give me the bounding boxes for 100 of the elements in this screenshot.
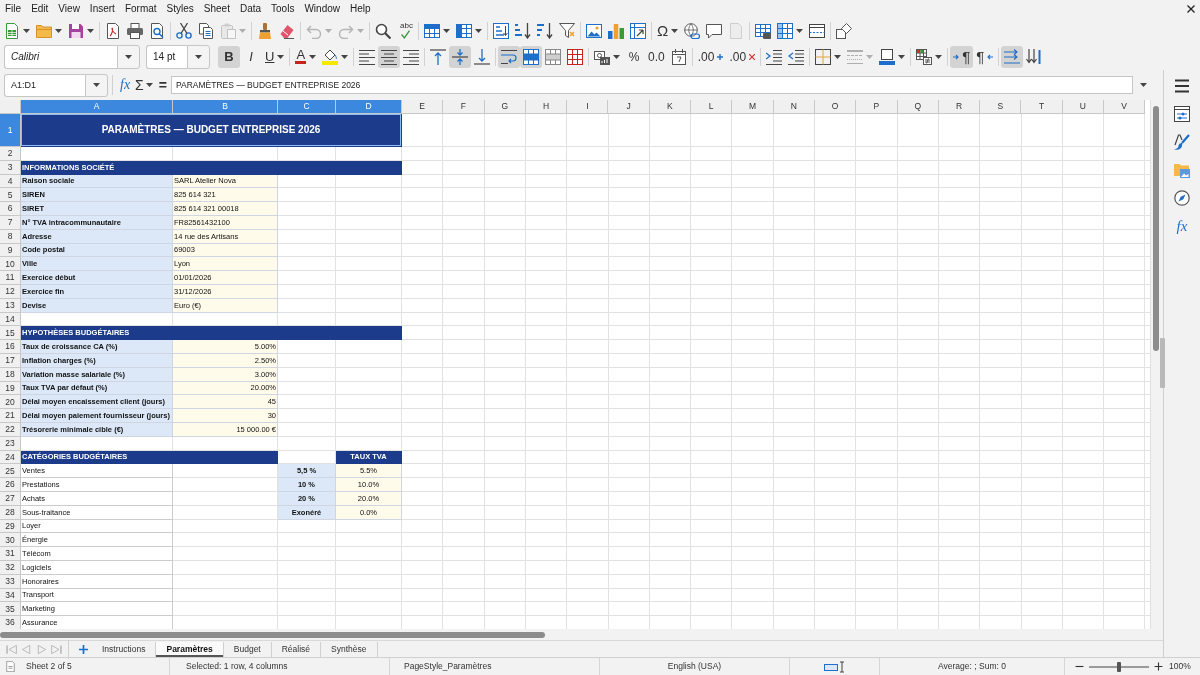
column-header[interactable]: F (443, 100, 485, 114)
sheet-tab[interactable]: Synthèse (321, 641, 378, 657)
column-header[interactable]: P (856, 100, 898, 114)
column-header[interactable]: C (278, 100, 336, 114)
column-header[interactable]: B (173, 100, 278, 114)
row-header[interactable]: 5 (0, 188, 21, 203)
menu-item[interactable]: Window (299, 1, 345, 17)
column-header[interactable]: V (1104, 100, 1146, 114)
sheet-tab[interactable]: Budget (223, 641, 272, 657)
add-decimal-button[interactable]: .00 (694, 45, 727, 68)
menu-item[interactable]: Data (234, 1, 267, 17)
row-header[interactable]: 20 (0, 395, 21, 410)
sidebar-handle[interactable] (1160, 338, 1165, 388)
bar-chart-icon (608, 22, 624, 39)
column-header[interactable]: I (567, 100, 609, 114)
arrow-left-icon (987, 53, 994, 60)
column-header[interactable]: O (814, 100, 857, 114)
row-header[interactable]: 36 (0, 616, 21, 629)
menu-item[interactable]: Tools (266, 1, 300, 17)
menu-item[interactable]: Edit (26, 1, 54, 17)
special-character-button[interactable]: Ω (654, 19, 682, 42)
row-header[interactable]: 1 (0, 114, 21, 147)
italic-button[interactable]: I (240, 45, 262, 68)
row-header[interactable]: 2 (0, 147, 21, 161)
scrollbar-thumb[interactable] (1153, 106, 1159, 351)
column-header[interactable]: M (732, 100, 774, 114)
percent-format-button[interactable]: % (623, 45, 646, 68)
formula-input[interactable]: PARAMÈTRES — BUDGET ENTREPRISE 2026 (170, 76, 1133, 94)
menu-item[interactable]: Insert (84, 1, 120, 17)
row-header[interactable]: 16 (0, 340, 21, 354)
column-header[interactable]: E (402, 100, 444, 114)
menu-item[interactable]: View (53, 1, 85, 17)
menu-item[interactable]: Sheet (198, 1, 235, 17)
align-middle-button[interactable] (449, 45, 472, 68)
menu-item[interactable]: File (0, 1, 27, 17)
column-header[interactable]: D (336, 100, 402, 114)
name-box[interactable]: A1:D1 (4, 73, 85, 97)
sheet-tab[interactable]: Réalisé (271, 641, 322, 657)
functions-button[interactable]: fx (1170, 215, 1194, 237)
column-header[interactable]: J (608, 100, 650, 114)
column-header[interactable]: N (773, 100, 815, 114)
row-header[interactable]: 11 (0, 271, 21, 285)
folder-image-icon (1174, 162, 1190, 178)
font-size-field[interactable]: 14 pt (146, 44, 187, 69)
merge-center-button[interactable] (520, 45, 543, 68)
row-header[interactable]: 30 (0, 533, 21, 548)
right-to-left-button[interactable]: ¶ (973, 45, 997, 68)
number-format-button[interactable]: 0.0 (645, 45, 668, 68)
font-color-button[interactable]: A (292, 45, 320, 68)
scrollbar-thumb[interactable] (0, 632, 545, 638)
sort-icon (493, 22, 509, 39)
dropdown-button[interactable] (117, 44, 140, 69)
bold-button[interactable]: B (218, 45, 240, 68)
row-header[interactable]: 26 (0, 478, 21, 492)
row-header[interactable]: 31 (0, 547, 21, 561)
language: English (USA) (667, 661, 722, 672)
column-header[interactable]: G (484, 100, 526, 114)
zoom-in-button[interactable] (1152, 662, 1165, 671)
caret-icon (866, 54, 874, 59)
menu-item[interactable]: Help (345, 1, 376, 17)
function-wizard-button[interactable]: fx (117, 78, 134, 92)
column-header[interactable]: L (691, 100, 733, 114)
row-header[interactable]: 6 (0, 202, 21, 216)
formula-button[interactable]: = (154, 78, 171, 92)
slider-thumb[interactable] (1117, 661, 1121, 672)
cross-icon (749, 53, 756, 60)
arrow-right-icon (35, 643, 48, 655)
left-to-right-button[interactable]: ¶ (950, 45, 974, 68)
sheet-tab[interactable]: Paramètres (156, 641, 224, 657)
row-header[interactable]: 15 (0, 326, 21, 341)
text-direction-button[interactable] (1001, 45, 1024, 68)
menu-item[interactable]: Styles (161, 1, 199, 17)
dropdown-button[interactable] (85, 73, 108, 97)
arrow-left-icon (20, 643, 33, 655)
row-header[interactable]: 35 (0, 602, 21, 617)
column-header[interactable]: A (21, 100, 173, 114)
close-button[interactable] (1187, 5, 1195, 13)
column-header[interactable]: H (525, 100, 568, 114)
column-header[interactable]: Q (897, 100, 939, 114)
underline-button[interactable]: U (262, 45, 288, 68)
caret-icon (277, 54, 285, 59)
column-header[interactable]: U (1062, 100, 1105, 114)
font-name-field[interactable]: Calibri (4, 44, 117, 69)
borders-icon (815, 48, 832, 65)
row-header[interactable]: 25 (0, 464, 21, 479)
skip-end-icon (50, 643, 63, 655)
sum-button[interactable]: Σ (133, 78, 155, 92)
spelling-button[interactable]: abc (394, 19, 416, 42)
row-header[interactable]: 21 (0, 409, 21, 423)
wrap-text-button[interactable] (498, 45, 521, 68)
column-header[interactable]: R (938, 100, 981, 114)
column-header[interactable]: S (980, 100, 1022, 114)
align-center-button[interactable] (378, 45, 401, 68)
dropdown-button[interactable] (187, 44, 210, 69)
row-header[interactable]: 10 (0, 257, 21, 272)
column-header[interactable]: T (1021, 100, 1063, 114)
column-header[interactable]: K (649, 100, 692, 114)
menu-item[interactable]: Format (119, 1, 162, 17)
delete-decimal-button[interactable]: .00 (726, 45, 759, 68)
arrows-down-icon (1026, 48, 1043, 65)
